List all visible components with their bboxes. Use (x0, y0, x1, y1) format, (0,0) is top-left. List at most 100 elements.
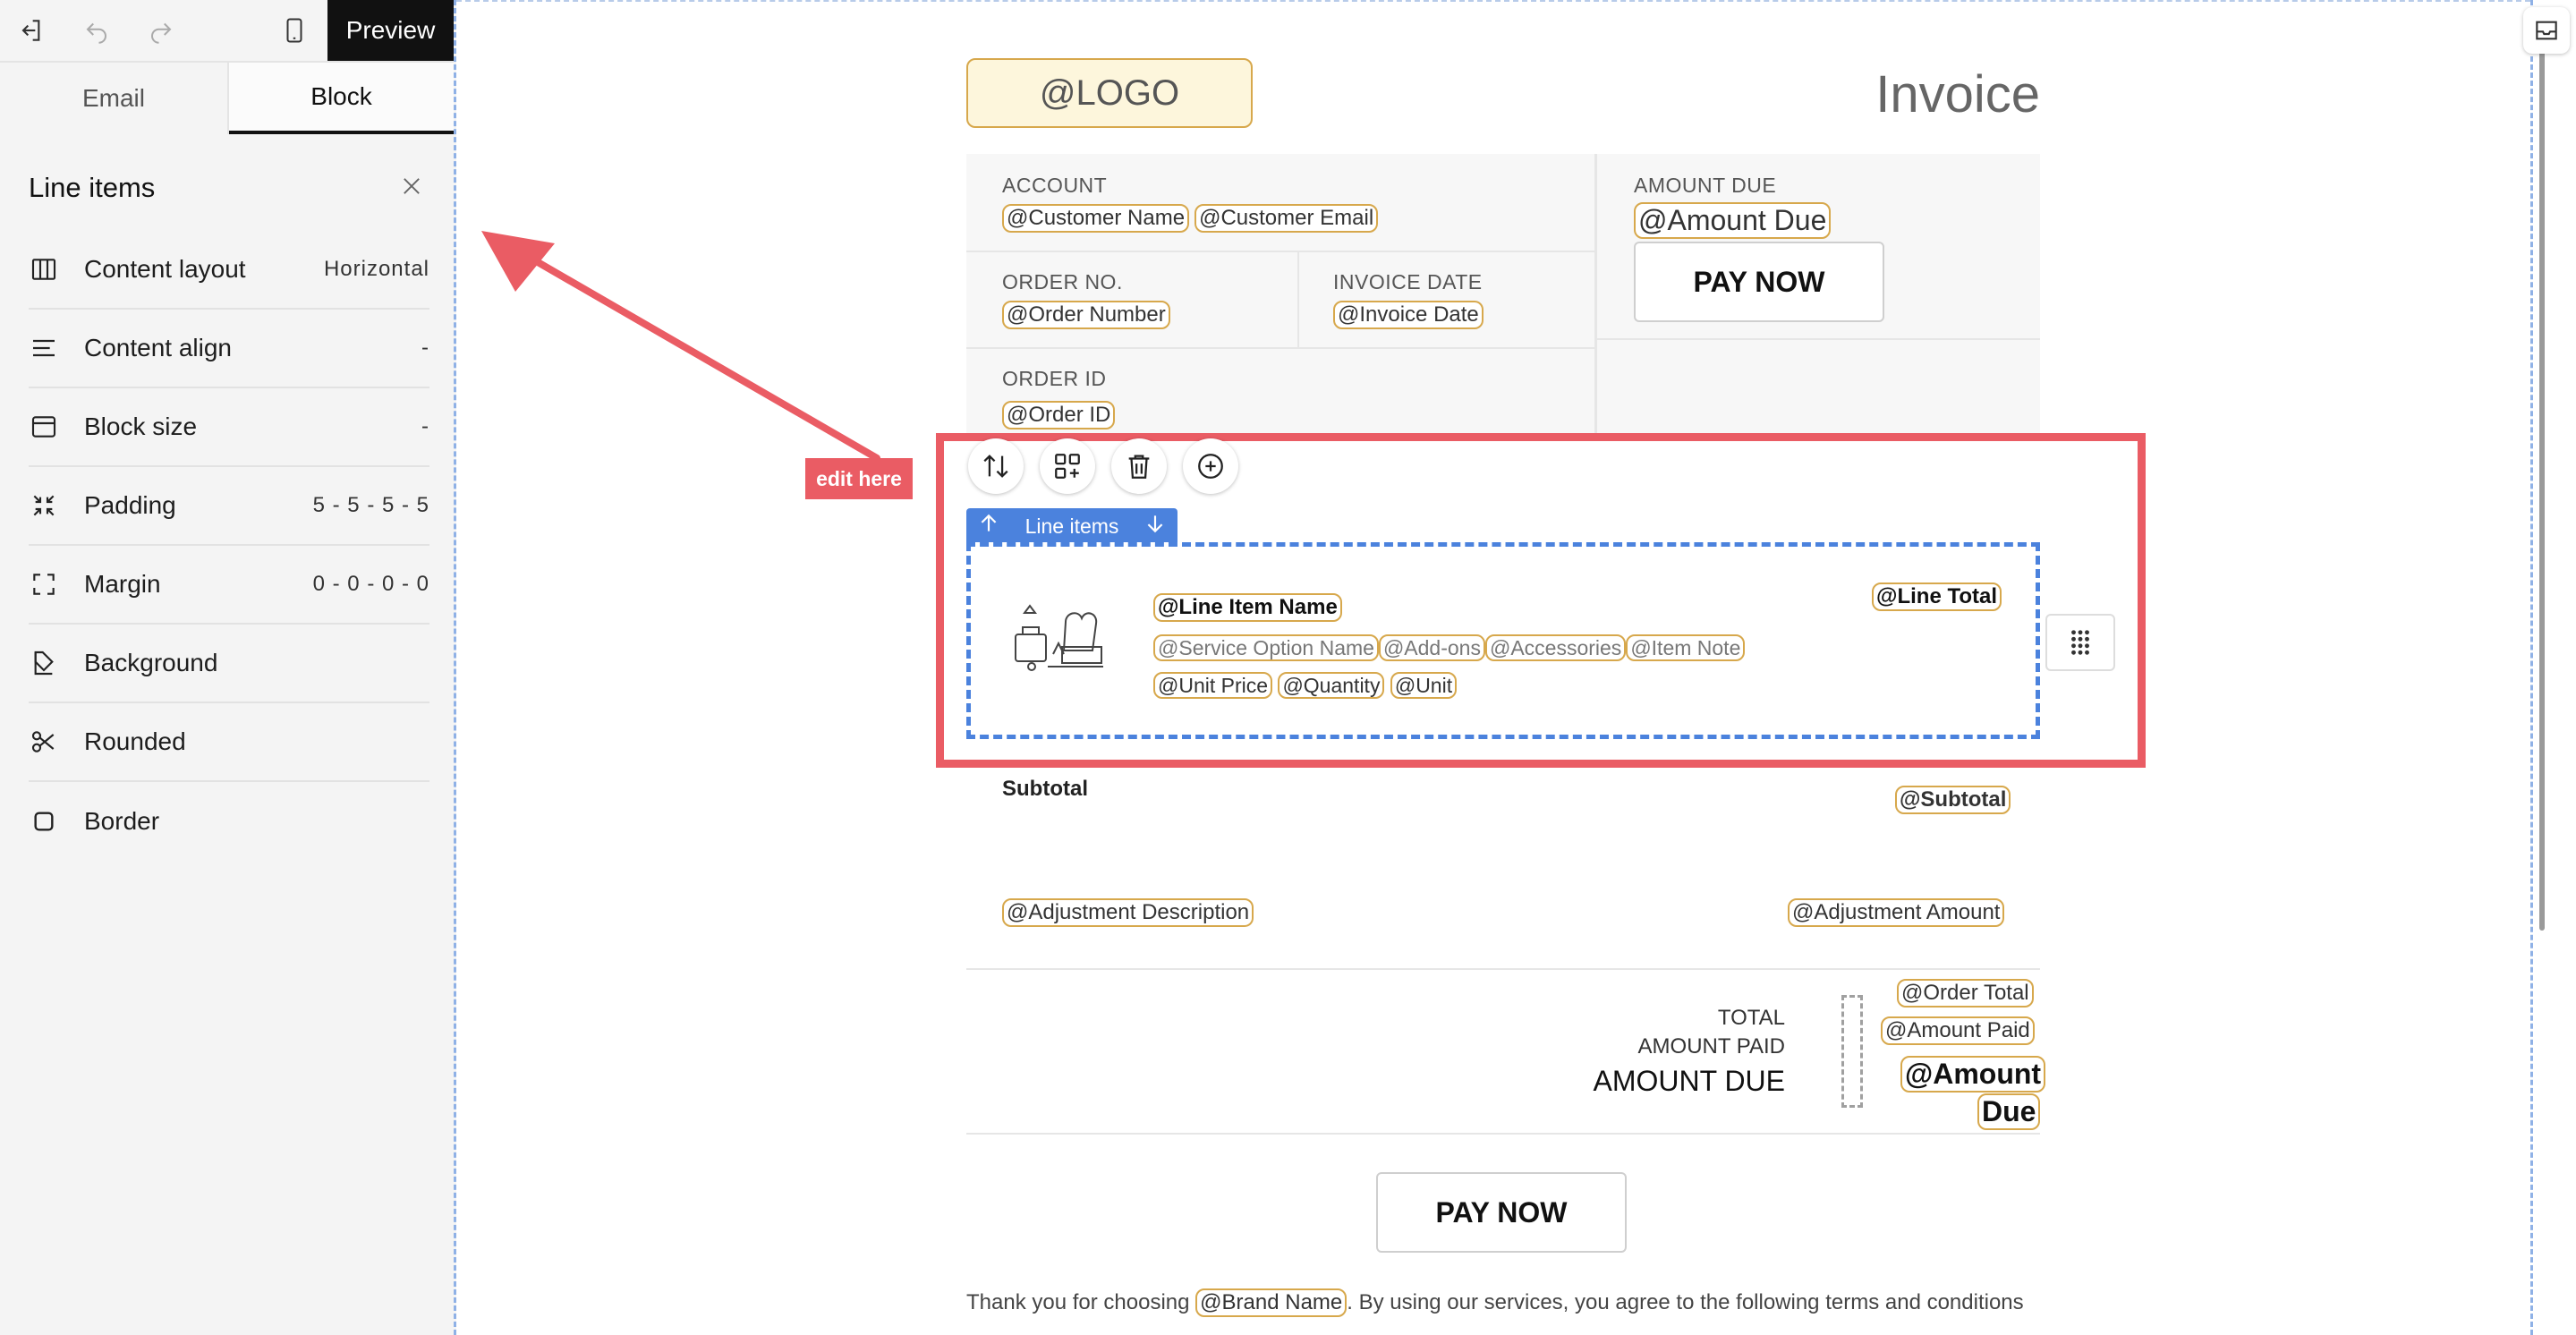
amount-due-label-bottom: AMOUNT DUE (1593, 1065, 1785, 1097)
drag-handle-icon[interactable] (2045, 614, 2115, 671)
move-icon[interactable] (968, 438, 1024, 494)
pay-now-button-top[interactable]: PAY NOW (1634, 242, 1884, 322)
adjustment-description-tag[interactable]: @Adjustment Description (1002, 898, 1254, 927)
prop-label: Padding (84, 491, 176, 519)
order-no-label: ORDER NO. (1002, 270, 1123, 293)
arrow-up-icon[interactable] (977, 512, 1000, 540)
prop-label: Background (84, 649, 218, 676)
prop-block-size[interactable]: Block size - (29, 388, 429, 467)
undo-icon[interactable] (79, 13, 115, 48)
total-label: TOTAL (1717, 1006, 1785, 1030)
trash-icon[interactable] (1111, 438, 1167, 494)
prop-value: - (421, 336, 429, 360)
block-tag-label: Line items (1024, 514, 1119, 538)
prop-label: Border (84, 807, 160, 835)
spacer-placeholder[interactable] (1841, 995, 1863, 1108)
window-icon (29, 412, 59, 442)
divider (966, 347, 1594, 349)
line-items-block-tag[interactable]: Line items (966, 508, 1177, 544)
logo-placeholder[interactable]: @LOGO (966, 58, 1253, 128)
square-icon (29, 806, 59, 837)
item-note-tag[interactable]: @Item Note (1626, 634, 1746, 662)
columns-icon (29, 254, 59, 285)
expand-icon (29, 569, 59, 599)
scissors-icon (29, 727, 59, 757)
brand-name-tag[interactable]: @Brand Name (1195, 1288, 1348, 1317)
order-id-tag[interactable]: @Order ID (1002, 401, 1116, 429)
divider (966, 968, 2040, 970)
prop-value: 0 - 0 - 0 - 0 (312, 572, 429, 596)
inbox-icon[interactable] (2523, 7, 2570, 54)
adjustment-amount-tag[interactable]: @Adjustment Amount (1788, 898, 2005, 927)
service-option-tag[interactable]: @Service Option Name (1153, 634, 1379, 662)
edit-here-label: edit here (805, 458, 913, 499)
amount-paid-label: AMOUNT PAID (1637, 1034, 1785, 1059)
prop-label: Block size (84, 412, 198, 440)
add-icon[interactable] (1183, 438, 1238, 494)
prop-content-layout[interactable]: Content layout Horizontal (29, 231, 429, 310)
prop-value: 5 - 5 - 5 - 5 (312, 493, 429, 517)
arrow-down-icon[interactable] (1143, 512, 1167, 540)
pay-now-button-bottom[interactable]: PAY NOW (1376, 1172, 1627, 1253)
divider (1297, 252, 1299, 347)
sidebar-tabs: Email Block (0, 63, 454, 134)
prop-background[interactable]: Background (29, 625, 429, 703)
shrink-icon (29, 490, 59, 521)
footer-text[interactable]: Thank you for choosing @Brand Name. By u… (966, 1288, 2024, 1317)
amount-due-tag-bottom[interactable]: @Amount (1900, 1056, 2046, 1093)
unit-price-tag[interactable]: @Unit Price (1153, 672, 1273, 700)
exit-icon[interactable] (13, 13, 48, 48)
product-image-icon (1012, 600, 1110, 682)
prop-value: Horizontal (323, 257, 429, 281)
amount-due-tag[interactable]: @Amount Due (1634, 202, 1832, 239)
prop-label: Rounded (84, 727, 186, 755)
order-id-label: ORDER ID (1002, 367, 1107, 390)
amount-due-tag-bottom-cont[interactable]: Due (1977, 1093, 2041, 1130)
tab-block[interactable]: Block (229, 63, 454, 134)
align-left-icon (29, 333, 59, 363)
divider (966, 1133, 2040, 1135)
mobile-icon[interactable] (276, 13, 312, 48)
customer-name-tag[interactable]: @Customer Name (1002, 204, 1190, 233)
footer-text-end: . By using our services, you agree to th… (1347, 1290, 2024, 1314)
invoice-date-tag[interactable]: @Invoice Date (1333, 301, 1484, 329)
canvas-right-guide (2530, 0, 2536, 1335)
prop-value: - (421, 414, 429, 438)
prop-content-align[interactable]: Content align - (29, 310, 429, 388)
line-item-name-tag[interactable]: @Line Item Name (1153, 593, 1342, 622)
prop-border[interactable]: Border (29, 782, 429, 861)
prop-margin[interactable]: Margin 0 - 0 - 0 - 0 (29, 546, 429, 625)
panel-title: Line items (29, 172, 156, 203)
prop-label: Content layout (84, 255, 246, 283)
tab-email[interactable]: Email (0, 63, 229, 134)
redo-icon[interactable] (143, 13, 179, 48)
invoice-title[interactable]: Invoice (1790, 64, 2040, 124)
preview-button[interactable]: Preview (327, 0, 454, 61)
line-total-tag[interactable]: @Line Total (1872, 582, 2002, 611)
divider (966, 251, 1594, 252)
footer-text-start: Thank you for choosing (966, 1290, 1196, 1314)
amount-paid-tag[interactable]: @Amount Paid (1881, 1016, 2035, 1045)
prop-rounded[interactable]: Rounded (29, 703, 429, 782)
customer-email-tag[interactable]: @Customer Email (1194, 204, 1379, 233)
scrollbar[interactable] (2539, 36, 2545, 931)
accessories-tag[interactable]: @Accessories (1484, 634, 1627, 662)
prop-padding[interactable]: Padding 5 - 5 - 5 - 5 (29, 467, 429, 546)
prop-label: Margin (84, 570, 161, 598)
top-toolbar: Preview (0, 0, 454, 63)
close-icon[interactable] (394, 168, 429, 204)
subtotal-tag[interactable]: @Subtotal (1895, 786, 2011, 814)
sidebar: Preview Email Block Line items Content l… (0, 0, 456, 1335)
line-items-block[interactable]: @Line Item Name @Line Total @Service Opt… (966, 542, 2040, 739)
divider (1594, 154, 1597, 438)
unit-tag[interactable]: @Unit (1390, 672, 1458, 700)
prop-label: Content align (84, 334, 233, 361)
duplicate-icon[interactable] (1040, 438, 1095, 494)
quantity-tag[interactable]: @Quantity (1278, 672, 1385, 700)
order-number-tag[interactable]: @Order Number (1002, 301, 1170, 329)
order-total-tag[interactable]: @Order Total (1897, 979, 2034, 1008)
subtotal-label: Subtotal (1002, 777, 1088, 801)
add-ons-tag[interactable]: @Add-ons (1378, 634, 1485, 662)
invoice-date-label: INVOICE DATE (1333, 270, 1483, 293)
account-label: ACCOUNT (1002, 174, 1108, 197)
